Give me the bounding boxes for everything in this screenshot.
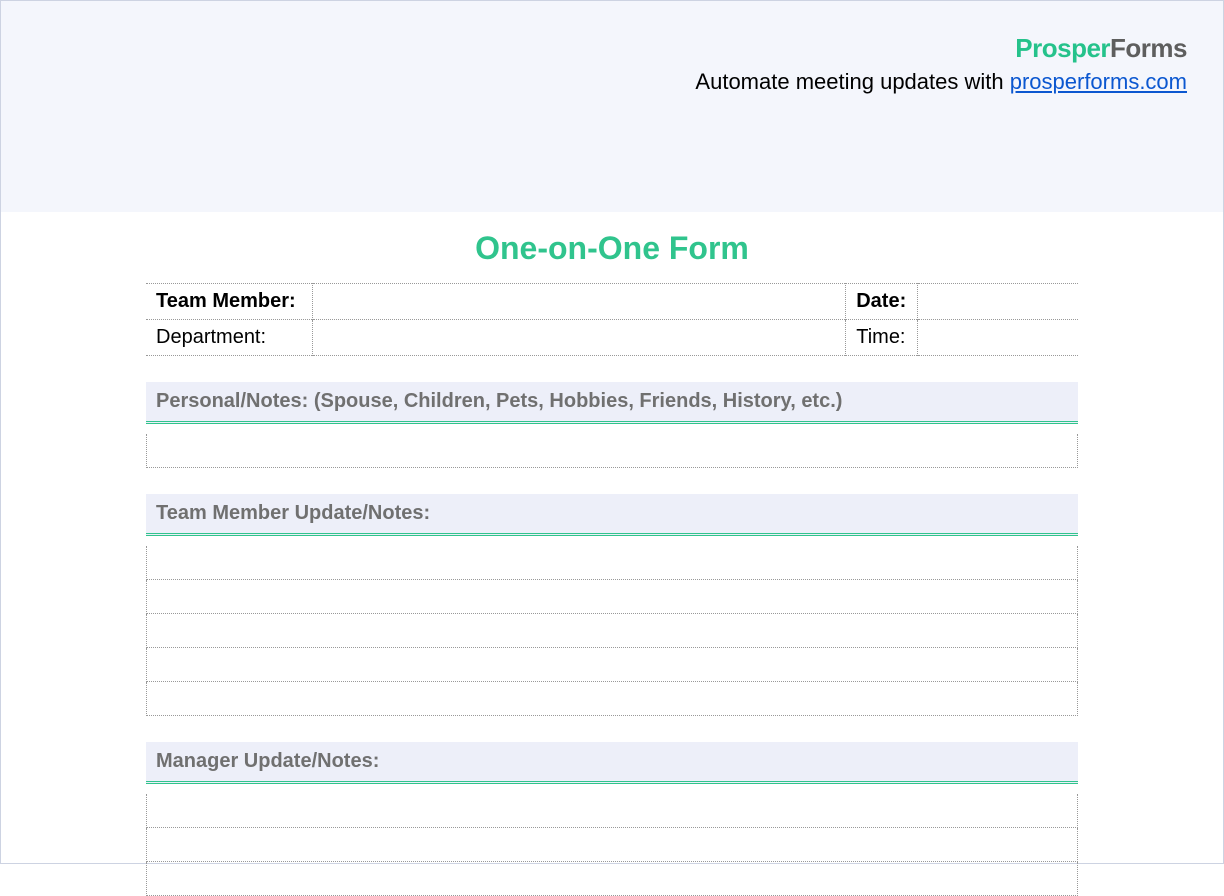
section-header-personal: Personal/Notes: (Spouse, Children, Pets,…	[146, 382, 1078, 424]
section-header-team-update: Team Member Update/Notes:	[146, 494, 1078, 536]
line-row[interactable]	[146, 546, 1078, 580]
tagline-prefix: Automate meeting updates with	[695, 69, 1009, 94]
department-label: Department:	[146, 320, 313, 356]
form-content: One-on-One Form Team Member: Date: Depar…	[146, 230, 1078, 896]
form-title: One-on-One Form	[146, 230, 1078, 267]
section-personal: Personal/Notes: (Spouse, Children, Pets,…	[146, 382, 1078, 468]
logo: ProsperForms	[1, 35, 1187, 61]
tagline: Automate meeting updates with prosperfor…	[1, 69, 1187, 95]
section-team-member-update: Team Member Update/Notes:	[146, 494, 1078, 716]
line-row[interactable]	[146, 794, 1078, 828]
line-row[interactable]	[146, 580, 1078, 614]
lines-personal[interactable]	[146, 434, 1078, 468]
tagline-link[interactable]: prosperforms.com	[1010, 69, 1187, 94]
date-value[interactable]	[917, 284, 1078, 320]
team-member-value[interactable]	[313, 284, 846, 320]
meta-row-1: Team Member: Date:	[146, 284, 1078, 320]
time-value[interactable]	[917, 320, 1078, 356]
line-row[interactable]	[146, 434, 1078, 468]
section-header-manager-update: Manager Update/Notes:	[146, 742, 1078, 784]
line-row[interactable]	[146, 648, 1078, 682]
logo-part1: Prosper	[1015, 33, 1110, 63]
section-manager-update: Manager Update/Notes:	[146, 742, 1078, 896]
time-label: Time:	[846, 320, 917, 356]
department-value[interactable]	[313, 320, 846, 356]
logo-part2: Forms	[1110, 33, 1187, 63]
date-label: Date:	[846, 284, 917, 320]
header-band: ProsperForms Automate meeting updates wi…	[1, 1, 1223, 212]
team-member-label: Team Member:	[146, 284, 313, 320]
line-row[interactable]	[146, 614, 1078, 648]
lines-team-update[interactable]	[146, 546, 1078, 716]
line-row[interactable]	[146, 862, 1078, 896]
line-row[interactable]	[146, 682, 1078, 716]
meta-table: Team Member: Date: Department: Time:	[146, 283, 1078, 356]
page-wrapper: ProsperForms Automate meeting updates wi…	[0, 0, 1224, 864]
meta-row-2: Department: Time:	[146, 320, 1078, 356]
lines-manager-update[interactable]	[146, 794, 1078, 896]
line-row[interactable]	[146, 828, 1078, 862]
